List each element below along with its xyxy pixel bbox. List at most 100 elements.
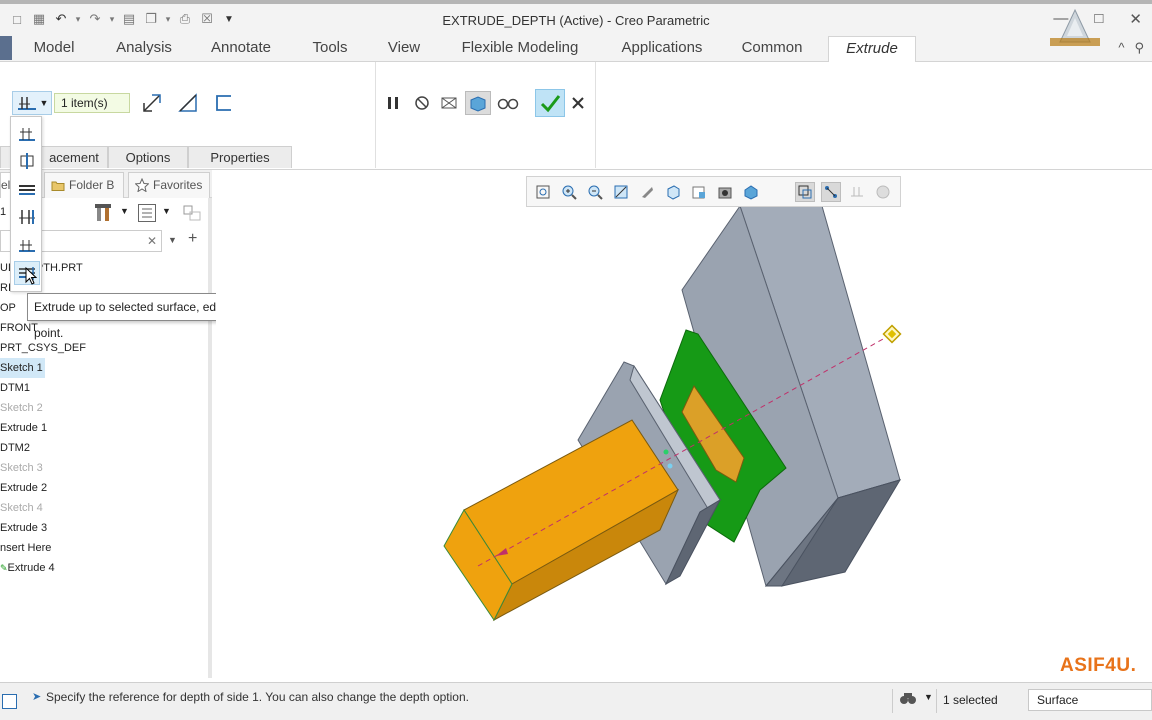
spin-center-icon[interactable] (637, 182, 657, 202)
title-bar: □ ▦ ↶ ▾ ↷ ▾ ▤ ❐ ▾ ⎙ ☒ ▼ EXTRUDE_DEPTH (A… (0, 0, 1152, 36)
tree-item-sketch-1[interactable]: Sketch 1 (0, 358, 212, 378)
refit-icon[interactable] (533, 182, 553, 202)
search-dropdown-icon[interactable]: ▼ (168, 235, 177, 245)
status-separator (892, 689, 893, 713)
remove-material-button[interactable] (176, 92, 200, 114)
tab-common[interactable]: Common (732, 36, 812, 62)
tree-item-csys[interactable]: PRT_CSYS_DEF (0, 338, 212, 358)
tab-tools[interactable]: Tools (302, 36, 358, 62)
through-until-icon (19, 240, 35, 252)
to-next-icon (19, 185, 35, 195)
clear-search-icon[interactable]: ✕ (147, 234, 157, 248)
file-tab[interactable] (0, 36, 12, 60)
no-preview-button[interactable] (411, 92, 433, 114)
tree-item-extrude-3[interactable]: Extrude 3 (0, 518, 212, 538)
perspective-icon[interactable] (741, 182, 761, 202)
tree-tool-label: 1 (0, 206, 7, 218)
thicken-sketch-icon (216, 95, 231, 111)
depth-through-until-option[interactable] (14, 233, 40, 257)
ribbon-tabs: Model Analysis Annotate Tools View Flexi… (0, 36, 1152, 62)
tree-item-sketch-2[interactable]: Sketch 2 (0, 398, 212, 418)
tab-analysis[interactable]: Analysis (106, 36, 182, 62)
tree-item-extrude-1[interactable]: Extrude 1 (0, 418, 212, 438)
folder-icon (51, 181, 65, 191)
zoom-out-icon[interactable] (585, 182, 605, 202)
tree-item-label: OP (0, 302, 16, 314)
find-dropdown-icon[interactable]: ▼ (924, 692, 933, 702)
show-list-icon[interactable] (138, 204, 156, 222)
thicken-sketch-button[interactable] (212, 92, 236, 114)
tree-filter-icon[interactable] (182, 204, 204, 222)
graphics-toolbar (526, 176, 901, 207)
tab-view[interactable]: View (378, 36, 430, 62)
view-manager-icon[interactable] (689, 182, 709, 202)
show-dropdown-icon[interactable]: ▼ (162, 206, 171, 216)
pause-button[interactable] (382, 92, 404, 114)
annotation-display-icon[interactable] (821, 182, 841, 202)
selection-filter-select[interactable]: Surface (1028, 689, 1152, 711)
tree-item-extrude-2[interactable]: Extrude 2 (0, 478, 212, 498)
depth-to-next-option[interactable] (14, 177, 40, 201)
graphics-window[interactable] (216, 170, 1152, 678)
add-filter-icon[interactable]: + (188, 230, 197, 248)
tree-item-extrude-4[interactable]: ✎Extrude 4 (0, 558, 212, 578)
toggle-navigator-icon[interactable] (2, 694, 17, 709)
through-all-icon (19, 210, 35, 224)
help-area: ^ ⚲ (1118, 40, 1144, 56)
tab-properties[interactable]: Properties (188, 146, 292, 168)
tab-favorites[interactable]: Favorites (128, 172, 210, 198)
tab-flexible-modeling[interactable]: Flexible Modeling (450, 36, 590, 62)
tab-folder-browser-label: Folder B (69, 178, 115, 192)
tree-item-label: Extrude 2 (0, 482, 48, 494)
3d-model-view[interactable] (216, 170, 1152, 678)
tree-item-dtm2[interactable]: DTM2 (0, 438, 212, 458)
tab-model[interactable]: Model (22, 36, 86, 62)
tab-extrude[interactable]: Extrude (828, 36, 916, 62)
tree-item-sketch-3[interactable]: Sketch 3 (0, 458, 212, 478)
spin-center-display-icon[interactable] (847, 182, 867, 202)
display-style-icon[interactable] (715, 182, 735, 202)
depth-through-all-option[interactable] (14, 205, 40, 229)
depth-blind-option[interactable] (14, 121, 40, 145)
tab-applications[interactable]: Applications (610, 36, 714, 62)
cancel-button[interactable] (568, 93, 588, 113)
repaint-icon[interactable] (611, 182, 631, 202)
verify-button[interactable] (496, 92, 520, 114)
find-icon[interactable] (898, 690, 918, 708)
flip-direction-button[interactable] (140, 92, 164, 114)
depth-option-dropdown[interactable]: ▼ (12, 91, 52, 115)
tree-item-label: DTM1 (0, 382, 30, 394)
asif4u-logo (1046, 8, 1104, 52)
flip-direction-icon (143, 94, 161, 112)
tab-options[interactable]: Options (108, 146, 188, 168)
appearance-icon[interactable] (873, 182, 893, 202)
settings-tools-icon[interactable] (94, 202, 114, 224)
attached-preview-button[interactable] (438, 92, 460, 114)
depth-options-menu (10, 116, 42, 292)
depth-symmetric-option[interactable] (14, 149, 40, 173)
tab-favorites-label: Favorites (153, 178, 203, 192)
mouse-cursor-icon (25, 267, 37, 285)
tab-folder-browser[interactable]: Folder B (44, 172, 124, 198)
close-icon[interactable]: ✕ (1129, 10, 1142, 28)
zoom-in-icon[interactable] (559, 182, 579, 202)
tree-item-insert-here[interactable]: nsert Here (0, 538, 212, 558)
watermark: ASIF4U. (1060, 655, 1137, 676)
datum-display-icon[interactable] (795, 182, 815, 202)
preview-button[interactable] (465, 91, 491, 115)
no-preview-icon (415, 96, 429, 110)
tree-item-front[interactable]: FRONT (0, 318, 212, 338)
tree-item-dtm1[interactable]: DTM1 (0, 378, 212, 398)
help-search-icon[interactable]: ⚲ (1134, 40, 1144, 56)
message-arrow-icon: ➤ (32, 691, 42, 703)
ok-button[interactable] (535, 89, 565, 117)
collapse-ribbon-icon[interactable]: ^ (1118, 40, 1124, 56)
tab-annotate[interactable]: Annotate (200, 36, 282, 62)
depth-reference-collector[interactable]: 1 item(s) (54, 93, 130, 113)
tree-item-label: Sketch 3 (0, 462, 43, 474)
preview-icon (470, 96, 486, 112)
settings-dropdown-icon[interactable]: ▼ (120, 206, 129, 216)
saved-orientations-icon[interactable] (663, 182, 683, 202)
status-separator (936, 689, 937, 713)
tree-item-sketch-4[interactable]: Sketch 4 (0, 498, 212, 518)
